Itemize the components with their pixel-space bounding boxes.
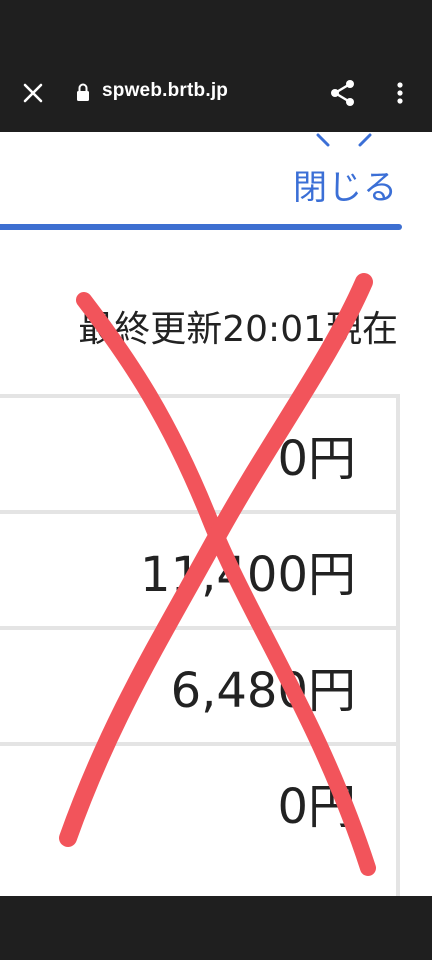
table-row: 0円 [0,742,396,858]
table-row: 6,480円 [0,626,396,742]
close-icon[interactable] [18,78,48,108]
table-row: 11,400円 [0,510,396,626]
share-icon[interactable] [328,78,358,108]
close-bar: 閉じる [0,132,432,228]
amount-value: 6,480円 [170,663,356,719]
amount-table: 0円 11,400円 6,480円 0円 [0,394,400,924]
browser-toolbar: spweb.brtb.jp [0,58,432,132]
chevron-up-icon[interactable] [314,132,374,147]
amount-value: 0円 [277,779,356,835]
status-bar [0,0,432,58]
lock-icon [76,82,90,102]
last-updated-text: 最終更新20:01現在 [78,309,398,350]
divider [0,224,402,230]
table-row: 0円 [0,394,396,510]
url-text[interactable]: spweb.brtb.jp [102,80,228,102]
amount-value: 0円 [277,431,356,487]
close-link[interactable]: 閉じる [293,160,398,209]
more-vert-icon[interactable] [390,78,410,108]
navigation-bar [0,896,432,960]
amount-value: 11,400円 [140,547,356,603]
